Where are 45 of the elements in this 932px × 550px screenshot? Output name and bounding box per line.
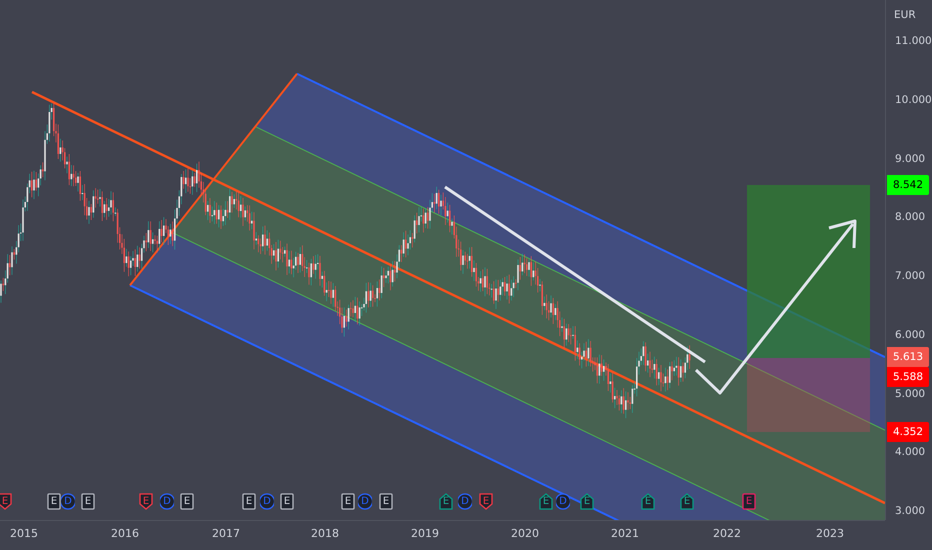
- dividend-marker[interactable]: D: [160, 493, 174, 510]
- earnings-marker[interactable]: E: [641, 493, 655, 510]
- earnings-marker[interactable]: E: [539, 493, 553, 510]
- dividend-marker[interactable]: D: [260, 493, 274, 510]
- price-tag: 5.588: [887, 367, 929, 388]
- earnings-marker[interactable]: E: [580, 493, 594, 510]
- earnings-marker[interactable]: E: [479, 493, 493, 510]
- price-tag: 8.542: [887, 175, 929, 196]
- year-tick-label: 2018: [310, 527, 340, 540]
- dividend-marker[interactable]: D: [358, 493, 372, 510]
- earnings-marker[interactable]: E: [742, 493, 756, 510]
- dividend-marker[interactable]: D: [61, 493, 75, 510]
- dividend-marker[interactable]: D: [556, 493, 570, 510]
- price-tick-label: 3.000: [895, 504, 926, 519]
- price-tick-label: 6.000: [895, 328, 926, 343]
- earnings-marker[interactable]: E: [139, 493, 153, 510]
- price-tag: 5.613: [887, 347, 929, 368]
- earnings-marker[interactable]: E: [439, 493, 453, 510]
- year-tick-label: 2019: [410, 527, 440, 540]
- year-tick-label: 2021: [610, 527, 640, 540]
- year-tick-label: 2023: [815, 527, 845, 540]
- year-tick-label: 2017: [211, 527, 241, 540]
- price-tick-label: 11.000: [895, 34, 932, 49]
- year-tick-label: 2022: [712, 527, 742, 540]
- earnings-marker[interactable]: E: [0, 493, 12, 510]
- earnings-marker[interactable]: E: [280, 493, 294, 510]
- currency-label[interactable]: EUR: [892, 8, 918, 22]
- price-tick-label: 10.000: [895, 92, 932, 108]
- dividend-marker[interactable]: D: [458, 493, 472, 510]
- year-tick-label: 2016: [110, 527, 140, 540]
- price-tag: 4.352: [887, 422, 929, 442]
- earnings-marker[interactable]: E: [180, 493, 194, 510]
- earnings-marker[interactable]: E: [379, 493, 393, 510]
- year-tick-label: 2020: [510, 527, 540, 540]
- price-tick-label: 4.000: [895, 445, 926, 460]
- earnings-marker[interactable]: E: [680, 493, 694, 510]
- price-tick-label: 8.000: [895, 210, 926, 226]
- price-tick-label: 7.000: [895, 269, 926, 284]
- earnings-marker[interactable]: E: [242, 493, 256, 510]
- price-tick-label: 5.000: [895, 386, 926, 402]
- earnings-marker[interactable]: E: [47, 493, 61, 510]
- year-tick-label: 2015: [9, 527, 39, 540]
- price-tick-label: 9.000: [895, 152, 926, 166]
- earnings-marker[interactable]: E: [341, 493, 355, 510]
- earnings-marker[interactable]: E: [81, 493, 95, 510]
